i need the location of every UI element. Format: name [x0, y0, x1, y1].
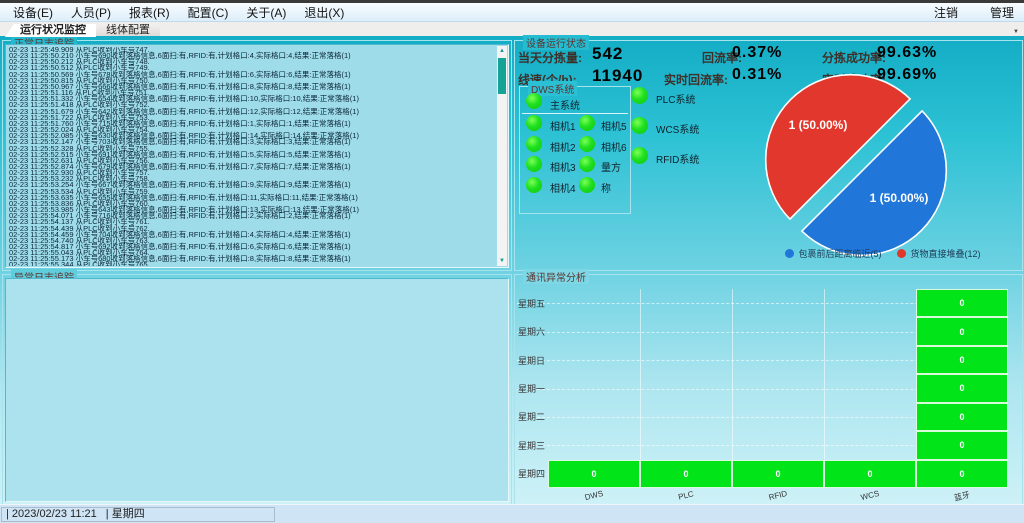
status-datetime-box: | 2023/02/23 11:21 | 星期四 — [1, 507, 275, 522]
heatmap-cell: 0 — [916, 403, 1008, 431]
tab-0[interactable]: 运行状况监控 — [5, 24, 96, 37]
dws-status-indicator — [579, 177, 595, 193]
legend-dot-icon — [785, 249, 794, 258]
stat-value: 11940 — [592, 66, 643, 86]
dws-main-label: 主系统 — [550, 97, 580, 112]
dws-status-indicator — [526, 156, 542, 172]
error-log-list[interactable] — [5, 278, 509, 502]
admin-button[interactable]: 管理 — [988, 3, 1016, 22]
legend-dot-icon — [897, 249, 906, 258]
menu-item[interactable]: 关于(A) — [237, 3, 295, 22]
pie-slice-label: 1 (50.00%) — [870, 191, 929, 205]
dws-item-label: 相机3 — [550, 159, 576, 174]
dws-item-label: 相机2 — [550, 139, 576, 154]
system-label: RFID系统 — [656, 151, 699, 166]
scroll-up-icon[interactable]: ▲ — [497, 46, 507, 56]
system-status-indicator — [631, 87, 648, 104]
dws-status-indicator — [579, 115, 595, 131]
system-status-indicator — [631, 147, 648, 164]
dws-system-panel: DWS系统 主系统 相机1相机5相机2相机6相机3量方相机4称 — [519, 86, 631, 214]
menubar: 设备(E)人员(P)报表(R)配置(C)关于(A)退出(X) 注销 管理 — [0, 3, 1024, 22]
menubar-right: 注销 管理 — [932, 3, 1020, 22]
heatmap-cell: 0 — [916, 431, 1008, 459]
menubar-items: 设备(E)人员(P)报表(R)配置(C)关于(A)退出(X) — [4, 3, 353, 22]
comm-anomaly-panel: 通讯异常分析 星期五星期六星期日星期一星期二星期三星期四00000000000D… — [514, 274, 1023, 505]
dws-status-indicator — [526, 177, 542, 193]
heatmap-ylabel: 星期日 — [515, 346, 545, 374]
menu-item[interactable]: 人员(P) — [62, 3, 120, 22]
status-weekday: | 星期四 — [106, 508, 145, 520]
logout-button[interactable]: 注销 — [932, 3, 960, 22]
stat-label: 当天分拣量: — [518, 49, 582, 66]
menu-item[interactable]: 配置(C) — [179, 3, 238, 22]
heatmap-ylabel: 星期六 — [515, 317, 545, 345]
device-status-title: 设备运行状态 — [523, 35, 589, 50]
main-area: 正常日志追踪 02-23 11:25:49.909 从PLC收到小车号747.0… — [0, 36, 1024, 505]
heatmap-cell: 0 — [916, 374, 1008, 402]
pie-legend-label: 货物直接堆叠(12) — [910, 247, 980, 260]
stat-value: 542 — [592, 44, 623, 64]
pie-slice-label: 1 (50.00%) — [789, 118, 848, 132]
heatmap-ylabel: 星期四 — [515, 460, 545, 488]
heatmap-ylabel: 星期五 — [515, 289, 545, 317]
heatmap-ylabel: 星期一 — [515, 374, 545, 402]
defect-pie-chart: 1 (50.00%) 1 (50.00%) — [750, 59, 962, 271]
dws-item-label: 相机1 — [550, 118, 576, 133]
menu-item[interactable]: 设备(E) — [4, 3, 62, 22]
overflow-dropdown-icon[interactable]: ▼ — [1013, 29, 1019, 35]
statusbar: | 2023/02/23 11:21 | 星期四 — [0, 504, 1024, 523]
heatmap-cell: 0 — [916, 317, 1008, 345]
scrollbar-thumb[interactable] — [498, 58, 506, 94]
scroll-down-icon[interactable]: ▼ — [497, 256, 507, 266]
dws-item-label: 相机6 — [601, 139, 627, 154]
heatmap-cell: 0 — [916, 289, 1008, 317]
system-label: WCS系统 — [656, 121, 699, 136]
dws-divider — [522, 113, 628, 114]
system-status-indicator — [631, 117, 648, 134]
pie-legend-item[interactable]: 包裹前后距离临近(5) — [785, 247, 881, 260]
dws-status-indicator — [526, 136, 542, 152]
stat-label: 实时回流率: — [664, 71, 728, 88]
heatmap-ylabel: 星期二 — [515, 403, 545, 431]
dws-status-indicator — [526, 115, 542, 131]
pie-legend-label: 包裹前后距离临近(5) — [798, 247, 881, 260]
dws-item-label: 相机4 — [550, 180, 576, 195]
menu-item[interactable]: 退出(X) — [295, 3, 353, 22]
normal-log-list[interactable]: 02-23 11:25:49.909 从PLC收到小车号747.02-23 11… — [5, 44, 509, 268]
normal-log-panel: 正常日志追踪 02-23 11:25:49.909 从PLC收到小车号747.0… — [2, 40, 512, 271]
normal-log-scrollbar[interactable]: ▲ ▼ — [497, 46, 507, 266]
device-status-panel: 设备运行状态 当天分拣量:542线速(个/h):11940回流率:0.37%实时… — [514, 40, 1023, 271]
menu-item[interactable]: 报表(R) — [120, 3, 179, 22]
heatmap-cell: 0 — [916, 346, 1008, 374]
dws-item-label: 量方 — [601, 159, 621, 174]
dws-item-label: 称 — [601, 180, 611, 195]
pie-legend-item[interactable]: 货物直接堆叠(12) — [897, 247, 980, 260]
dws-main-status-indicator — [526, 93, 542, 109]
heatmap-ylabel: 星期三 — [515, 431, 545, 459]
normal-log-lines: 02-23 11:25:49.909 从PLC收到小车号747.02-23 11… — [9, 47, 494, 266]
dws-item-label: 相机5 — [601, 118, 627, 133]
comm-anomaly-title: 通讯异常分析 — [523, 269, 589, 284]
dws-status-indicator — [579, 156, 595, 172]
dws-status-indicator — [579, 136, 595, 152]
error-log-panel: 异常日志追踪 — [2, 274, 512, 505]
pie-legend: 包裹前后距离临近(5) 货物直接堆叠(12) — [755, 247, 1011, 260]
system-label: PLC系统 — [656, 91, 695, 106]
status-datetime: | 2023/02/23 11:21 — [6, 508, 97, 520]
